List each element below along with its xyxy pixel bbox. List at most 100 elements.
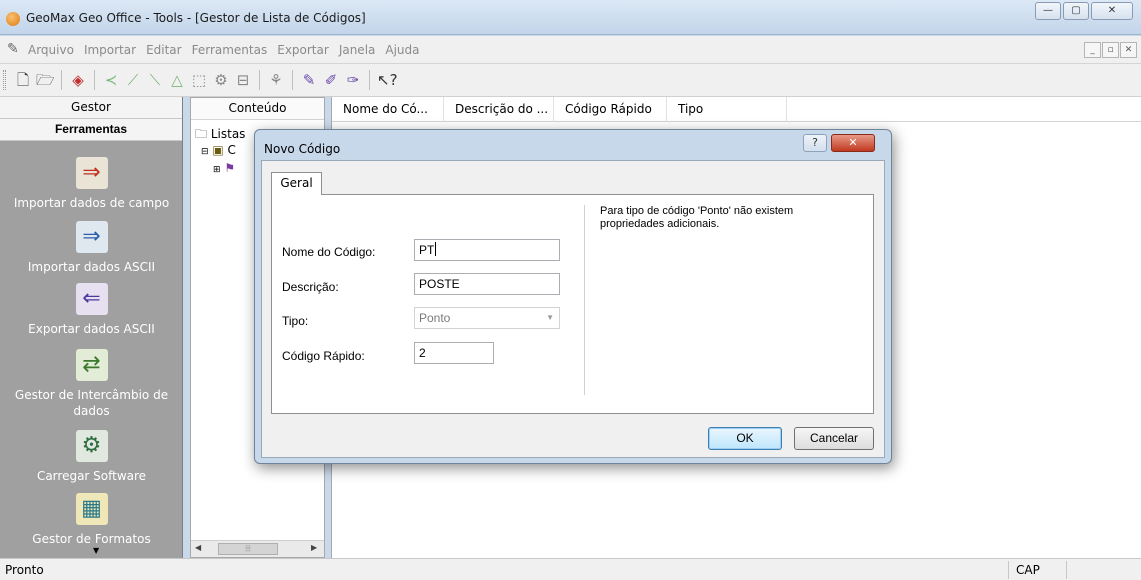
scroll-right-icon[interactable]: ▶	[311, 543, 317, 552]
edit-code-icon[interactable]: ✎	[300, 71, 318, 89]
quick-code-label: Código Rápido:	[282, 349, 365, 363]
measure2-icon[interactable]: ⟍	[146, 71, 164, 89]
gestor-header[interactable]: Gestor	[0, 97, 182, 119]
line-tool-icon[interactable]: ≺	[102, 71, 120, 89]
column-header-codigo-rapido[interactable]: Código Rápido	[554, 97, 667, 122]
column-header-nome[interactable]: Nome do Có...	[332, 97, 444, 122]
load-software-icon: ⚙	[75, 430, 108, 462]
settings-icon[interactable]: ⚙	[212, 71, 230, 89]
cancel-button[interactable]: Cancelar	[794, 427, 874, 450]
column-headers: Nome do Có... Descrição do ... Código Rá…	[332, 97, 1141, 122]
tree-subitem[interactable]: ⊞ ⚑	[213, 161, 235, 175]
status-bar: Pronto CAP	[0, 558, 1141, 580]
toolbar-grip[interactable]	[3, 70, 6, 90]
window-controls: — ▢ ✕	[1035, 2, 1133, 20]
title-bar: GeoMax Geo Office - Tools - [Gestor de L…	[0, 0, 1141, 35]
quick-code-input[interactable]: 2	[414, 342, 494, 364]
dialog-body: Geral Nome do Código: PT Descrição: POST…	[261, 160, 885, 458]
nav-format-manager[interactable]: ▦ Gestor de Formatos	[0, 493, 183, 547]
edit-code3-icon[interactable]: ✑	[344, 71, 362, 89]
description-input[interactable]: POSTE	[414, 273, 560, 295]
description-label: Descrição:	[282, 280, 339, 294]
status-divider	[1008, 561, 1009, 579]
new-code-dialog: Novo Código ? ✕ Geral Nome do Código: PT…	[254, 129, 892, 464]
nav-import-field-data[interactable]: ⇒ Importar dados de campo	[0, 157, 183, 211]
dialog-title: Novo Código	[264, 142, 341, 156]
menu-importar[interactable]: Importar	[84, 43, 136, 57]
code-group-icon: ⚑	[224, 161, 236, 175]
tree-expand-icon[interactable]: ⊟	[201, 147, 209, 157]
mdi-restore-button[interactable]: ▫	[1102, 42, 1119, 58]
minimize-button[interactable]: —	[1035, 2, 1061, 20]
whats-this-icon[interactable]: ↖?	[377, 71, 398, 89]
measure-icon[interactable]: ⟋	[124, 71, 142, 89]
scroll-thumb[interactable]: ⦙⦙⦙	[218, 543, 278, 555]
window-title: GeoMax Geo Office - Tools - [Gestor de L…	[26, 11, 366, 25]
text-cursor	[435, 242, 437, 256]
mdi-controls: _ ▫ ✕	[1084, 42, 1137, 58]
code-name-label: Nome do Código:	[282, 245, 376, 259]
nav-export-ascii[interactable]: ⇐ Exportar dados ASCII	[0, 283, 183, 337]
import-field-data-icon: ⇒	[75, 157, 108, 189]
menu-exportar[interactable]: Exportar	[277, 43, 329, 57]
tab-page-geral: Nome do Código: PT Descrição: POSTE Tipo…	[271, 194, 874, 414]
toolbar-separator	[61, 70, 62, 90]
content-header[interactable]: Conteúdo	[191, 98, 324, 120]
folder-icon: 🗀	[195, 127, 208, 141]
nav-data-exchange[interactable]: ⇄ Gestor de Intercâmbio de dados	[0, 349, 183, 419]
triangle-icon[interactable]: △	[168, 71, 186, 89]
maximize-button[interactable]: ▢	[1063, 2, 1089, 20]
menu-janela[interactable]: Janela	[339, 43, 376, 57]
layer-icon[interactable]: ⬚	[190, 71, 208, 89]
horizontal-scrollbar[interactable]: ◀ ⦙⦙⦙ ▶	[191, 540, 324, 557]
menu-ajuda[interactable]: Ajuda	[385, 43, 419, 57]
open-icon[interactable]: 🗁	[36, 71, 55, 89]
type-info-text: Para tipo de código 'Ponto' não existem …	[600, 205, 794, 230]
close-button[interactable]: ✕	[1091, 2, 1133, 20]
ok-button[interactable]: OK	[708, 427, 782, 450]
menu-ferramentas[interactable]: Ferramentas	[192, 43, 268, 57]
status-text: Pronto	[5, 563, 44, 577]
ferramentas-header[interactable]: Ferramentas	[0, 119, 182, 141]
column-header-tipo[interactable]: Tipo	[667, 97, 787, 122]
scroll-left-icon[interactable]: ◀	[195, 543, 201, 552]
data-exchange-icon: ⇄	[75, 349, 108, 381]
import-ascii-icon: ⇒	[75, 221, 108, 253]
type-label: Tipo:	[282, 314, 309, 328]
window-icon[interactable]: ⊟	[234, 71, 252, 89]
help-button[interactable]: ?	[803, 134, 827, 152]
column-header-descricao[interactable]: Descrição do ...	[444, 97, 554, 122]
edit-code2-icon[interactable]: ✐	[322, 71, 340, 89]
code-name-input[interactable]: PT	[414, 239, 560, 261]
divider	[584, 205, 585, 395]
dialog-close-button[interactable]: ✕	[831, 134, 875, 152]
nav-load-software[interactable]: ⚙ Carregar Software	[0, 430, 183, 484]
mdi-close-button[interactable]: ✕	[1120, 42, 1137, 58]
menu-items: Arquivo Importar Editar Ferramentas Expo…	[28, 43, 420, 57]
tree-expand-icon[interactable]: ⊞	[213, 165, 221, 175]
tab-geral[interactable]: Geral	[271, 172, 322, 195]
app-icon	[6, 12, 20, 26]
menu-bar: ✎ Arquivo Importar Editar Ferramentas Ex…	[0, 36, 1141, 64]
mdi-minimize-button[interactable]: _	[1084, 42, 1101, 58]
status-divider	[1066, 561, 1067, 579]
scroll-down-icon[interactable]: ▼	[93, 546, 99, 555]
codelist-icon[interactable]: ◈	[69, 71, 87, 89]
left-nav-panel: Gestor Ferramentas ⇒ Importar dados de c…	[0, 97, 183, 558]
toolbar-separator	[94, 70, 95, 90]
menu-arquivo[interactable]: Arquivo	[28, 43, 74, 57]
tree-icon[interactable]: ⚘	[267, 71, 285, 89]
new-icon[interactable]: 🗋	[14, 71, 32, 89]
format-manager-icon: ▦	[75, 493, 108, 525]
tree-item-c[interactable]: ⊟ ▣ C	[201, 143, 236, 157]
menu-editar[interactable]: Editar	[146, 43, 182, 57]
nav-import-ascii[interactable]: ⇒ Importar dados ASCII	[0, 221, 183, 275]
toolbar-separator	[292, 70, 293, 90]
chevron-down-icon: ▼	[546, 313, 554, 322]
codelist-book-icon: ▣	[212, 143, 224, 157]
toolbar: 🗋 🗁 ◈ ≺ ⟋ ⟍ △ ⬚ ⚙ ⊟ ⚘ ✎ ✐ ✑ ↖?	[0, 64, 1141, 97]
toolbar-separator	[259, 70, 260, 90]
export-ascii-icon: ⇐	[75, 283, 108, 315]
type-select[interactable]: Ponto ▼	[414, 307, 560, 329]
caps-lock-indicator: CAP	[1016, 563, 1040, 577]
